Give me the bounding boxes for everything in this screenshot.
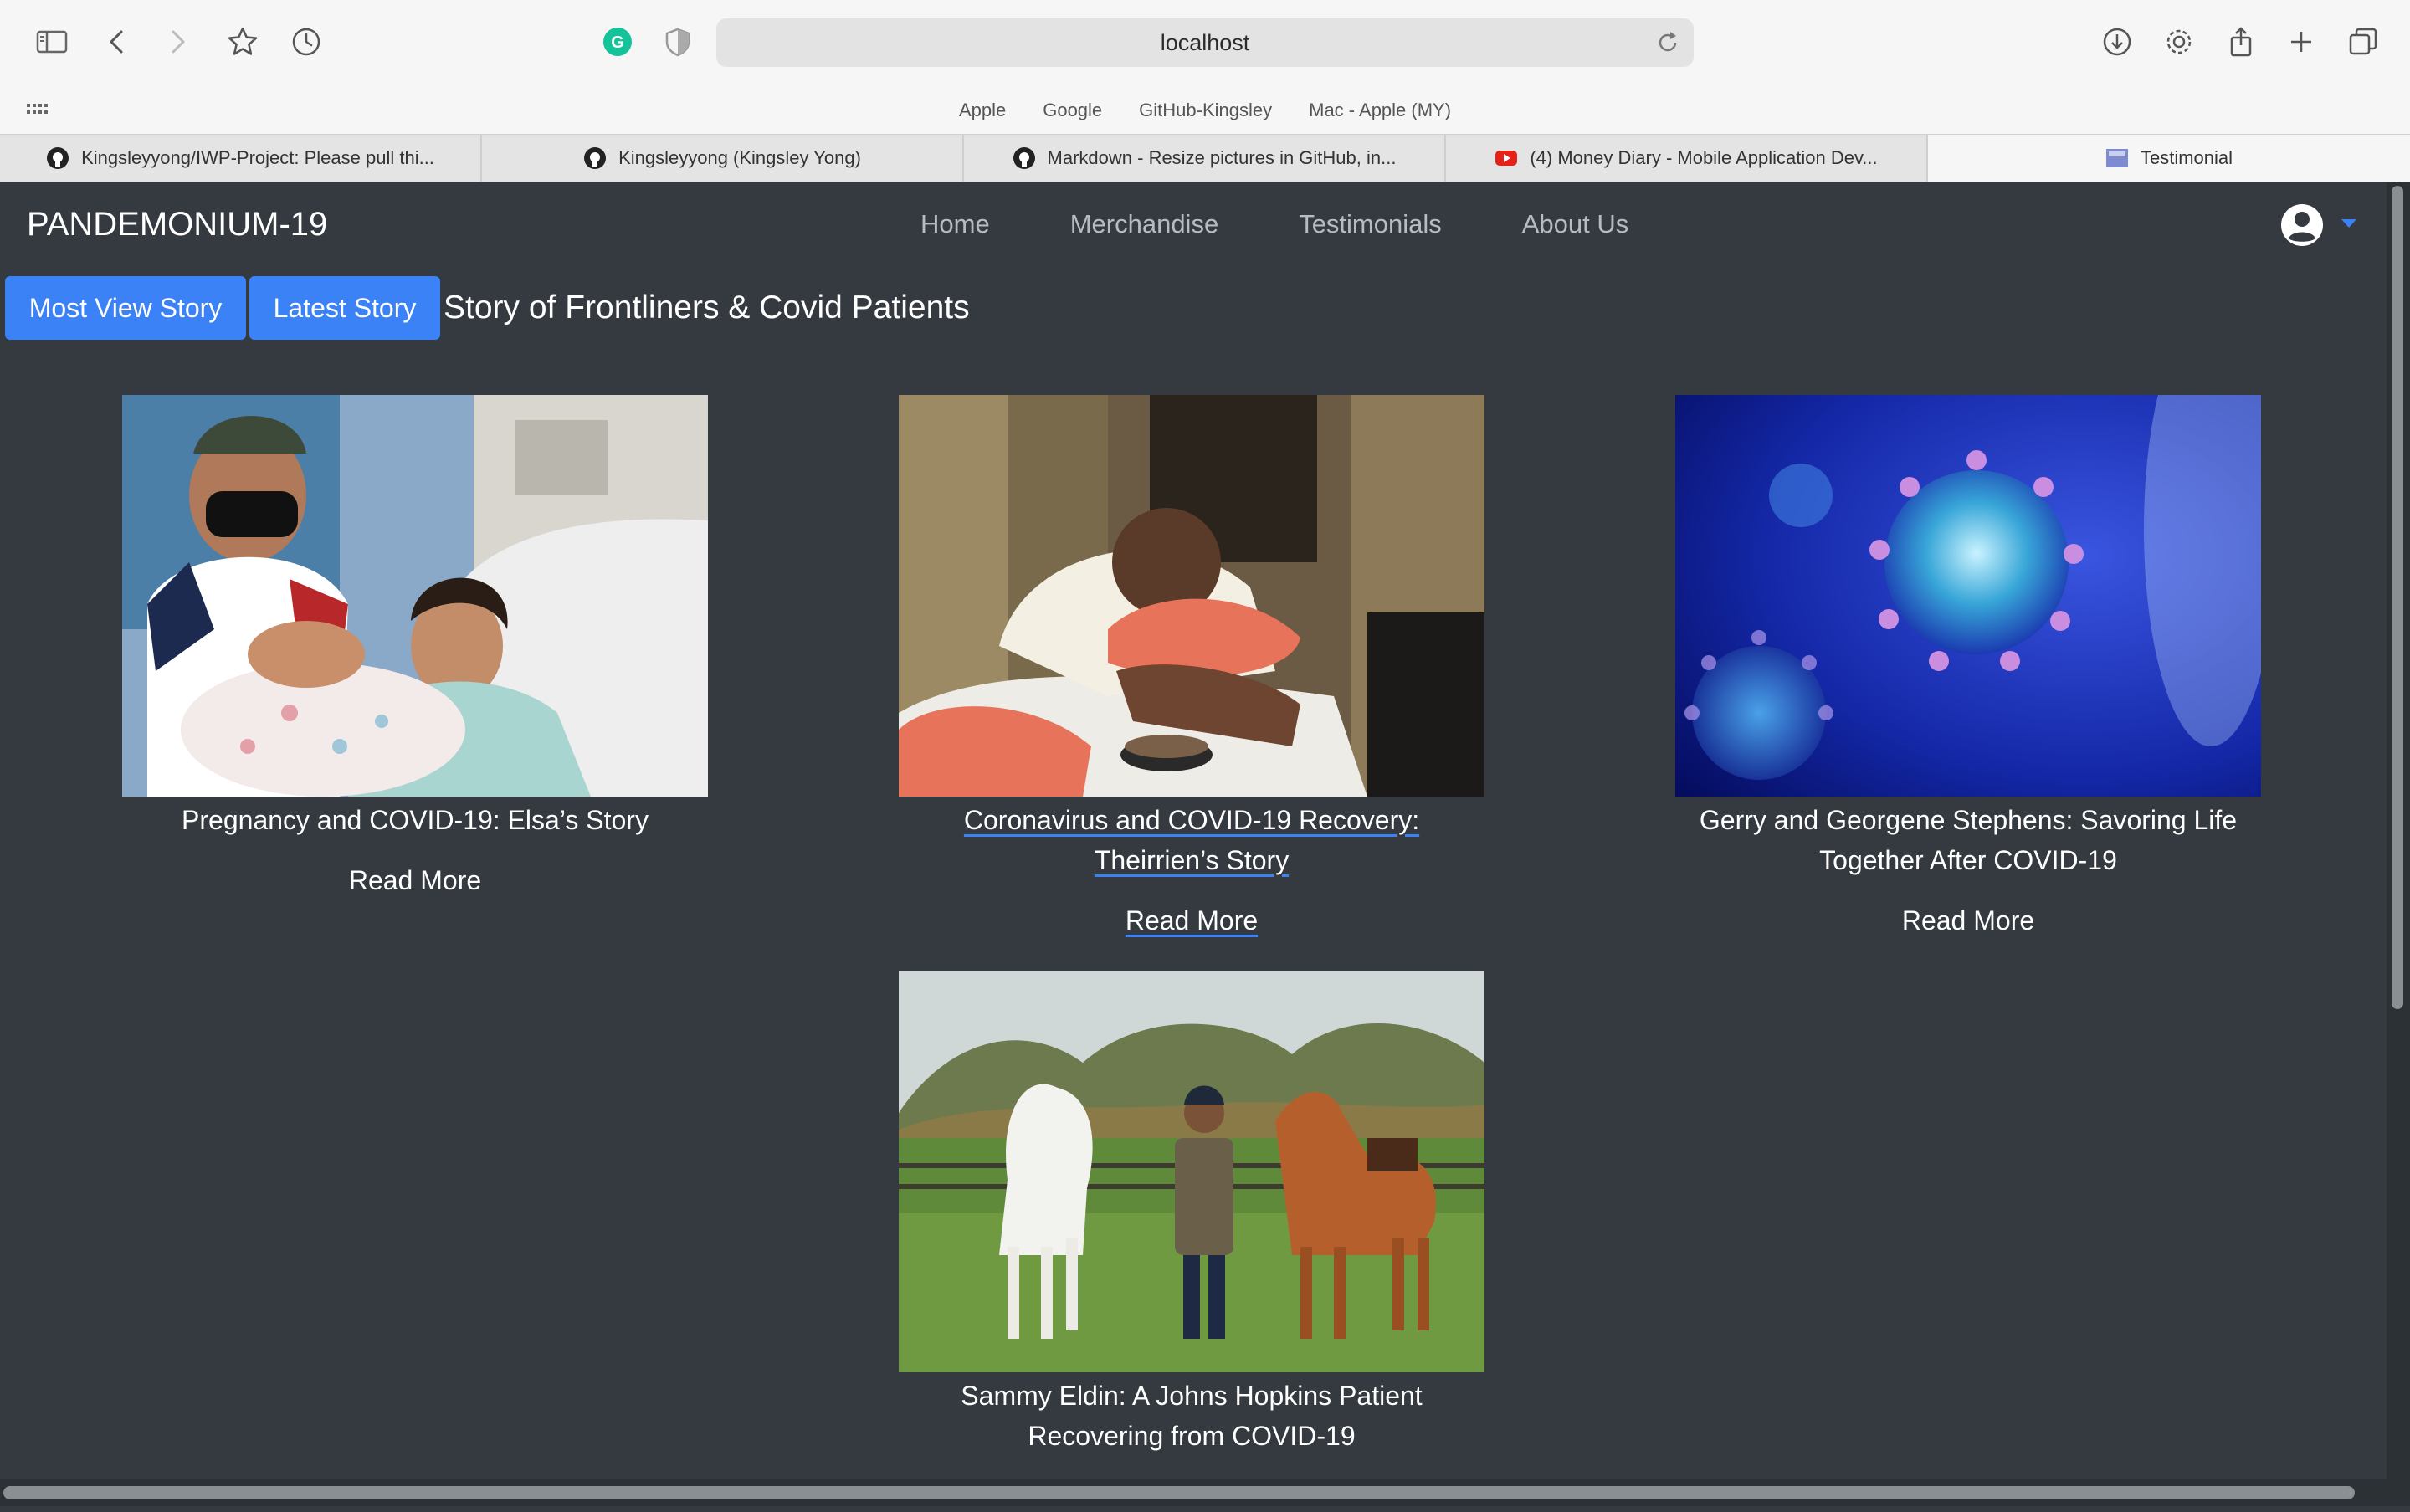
nav-home[interactable]: Home — [920, 209, 990, 239]
grammarly-icon[interactable]: G — [597, 22, 638, 62]
nav-testimonials[interactable]: Testimonials — [1299, 209, 1442, 239]
nav-merchandise[interactable]: Merchandise — [1070, 209, 1218, 239]
favorite-github-kingsley[interactable]: GitHub-Kingsley — [1139, 100, 1272, 121]
story-card: Coronavirus and COVID-19 Recovery: Their… — [899, 395, 1484, 936]
tab-bar: Kingsleyyong/IWP-Project: Please pull th… — [0, 134, 2410, 183]
browser-tab[interactable]: Kingsleyyong (Kingsley Yong) — [482, 135, 964, 182]
privacy-shield-icon[interactable] — [658, 22, 698, 62]
read-more-link[interactable]: Read More — [1126, 905, 1258, 936]
web-page: PANDEMONIUM-19 Home Merchandise Testimon… — [0, 182, 2410, 1511]
mother-newborn-hospital-photo[interactable] — [122, 395, 708, 797]
user-account-icon[interactable] — [2279, 202, 2325, 248]
browser-tab[interactable]: Markdown - Resize pictures in GitHub, in… — [964, 135, 1446, 182]
horizontal-scrollbar-thumb[interactable] — [3, 1486, 2355, 1499]
forward-icon[interactable] — [157, 22, 197, 62]
favorite-google[interactable]: Google — [1043, 100, 1102, 121]
story-card: Gerry and Georgene Stephens: Savoring Li… — [1675, 395, 2261, 936]
browser-tab[interactable]: (4) Money Diary - Mobile Application Dev… — [1446, 135, 1928, 182]
tab-label: Markdown - Resize pictures in GitHub, in… — [1047, 147, 1397, 168]
history-clock-icon[interactable] — [286, 22, 326, 62]
tab-overview-icon[interactable] — [2343, 22, 2383, 62]
svg-text:G: G — [611, 33, 624, 52]
browser-tab[interactable]: Kingsleyyong/IWP-Project: Please pull th… — [0, 135, 482, 182]
man-resting-pillow-photo[interactable] — [899, 395, 1484, 797]
site-brand[interactable]: PANDEMONIUM-19 — [27, 206, 327, 243]
read-more-link[interactable]: Read More — [1902, 905, 2034, 936]
vertical-scrollbar-thumb[interactable] — [2392, 186, 2403, 1009]
github-icon — [584, 147, 607, 169]
tab-label: Kingsleyyong (Kingsley Yong) — [618, 147, 861, 168]
story-title[interactable]: Pregnancy and COVID-19: Elsa’s Story — [122, 800, 708, 840]
new-tab-plus-icon[interactable] — [2281, 22, 2321, 62]
nav-about-us[interactable]: About Us — [1522, 209, 1629, 239]
story-title[interactable]: Gerry and Georgene Stephens: Savoring Li… — [1675, 800, 2261, 880]
tab-label: (4) Money Diary - Mobile Application Dev… — [1530, 147, 1878, 168]
tab-label: Testimonial — [2140, 147, 2233, 168]
tab-label: Kingsleyyong/IWP-Project: Please pull th… — [81, 147, 434, 168]
settings-gear-icon[interactable] — [2159, 22, 2199, 62]
downloads-icon[interactable] — [2097, 22, 2137, 62]
latest-story-button[interactable]: Latest Story — [249, 276, 440, 340]
browser-toolbar: G localhost — [0, 0, 2410, 87]
back-icon[interactable] — [97, 22, 137, 62]
bookmark-star-icon[interactable] — [223, 22, 263, 62]
url-text: localhost — [1160, 29, 1250, 55]
read-more-link[interactable]: Read More — [349, 865, 481, 896]
coronavirus-particle-photo[interactable] — [1675, 395, 2261, 797]
story-card: Sammy Eldin: A Johns Hopkins Patient Rec… — [899, 971, 1484, 1512]
man-with-horses-photo[interactable] — [899, 971, 1484, 1372]
github-icon — [1013, 147, 1035, 169]
favorites-bar: Apple Google GitHub-Kingsley Mac - Apple… — [0, 87, 2410, 134]
address-bar[interactable]: localhost — [716, 18, 1694, 67]
favorite-mac-apple[interactable]: Mac - Apple (MY) — [1309, 100, 1451, 121]
github-icon — [47, 147, 69, 169]
favorite-apple[interactable]: Apple — [959, 100, 1006, 121]
share-icon[interactable] — [2221, 22, 2261, 62]
reload-icon[interactable] — [1654, 28, 1682, 57]
most-view-story-button[interactable]: Most View Story — [5, 276, 246, 340]
story-title[interactable]: Sammy Eldin: A Johns Hopkins Patient Rec… — [899, 1376, 1484, 1456]
sidebar-icon[interactable] — [32, 22, 72, 62]
page-heading: Story of Frontliners & Covid Patients — [444, 290, 970, 325]
youtube-icon — [1495, 151, 1518, 166]
story-card: Pregnancy and COVID-19: Elsa’s Story Rea… — [122, 395, 708, 896]
main-nav: Home Merchandise Testimonials About Us — [920, 209, 1628, 239]
page-icon — [2105, 149, 2128, 167]
story-title[interactable]: Coronavirus and COVID-19 Recovery: Their… — [899, 800, 1484, 880]
user-dropdown-caret-icon[interactable] — [2341, 219, 2356, 228]
browser-tab-active[interactable]: Testimonial — [1928, 135, 2410, 182]
